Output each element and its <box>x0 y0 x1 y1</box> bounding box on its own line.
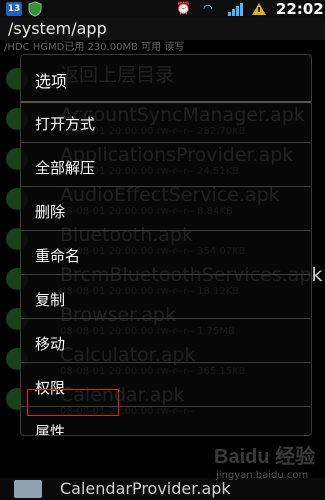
watermark-logo: Baidu 经验 <box>214 446 316 468</box>
apk-file-icon <box>14 480 42 498</box>
menu-divider <box>21 142 311 143</box>
notification-badge: 13 <box>6 2 22 16</box>
menu-item-label: 属性 <box>35 423 66 436</box>
menu-divider <box>21 274 311 275</box>
menu-item-label: 打开方式 <box>35 115 96 133</box>
signal-icon <box>228 3 243 16</box>
highlight-box <box>27 389 119 416</box>
options-dialog: 选项 打开方式 全部解压 删除 重命名 复制 移动 权限 属性 <box>20 54 312 436</box>
menu-item-extract-all[interactable]: 全部解压 <box>21 147 311 187</box>
menu-divider <box>21 318 311 319</box>
menu-item-open-with[interactable]: 打开方式 <box>21 103 311 143</box>
menu-item-copy[interactable]: 复制 <box>21 279 311 319</box>
menu-divider <box>21 186 311 187</box>
menu-item-delete[interactable]: 删除 <box>21 191 311 231</box>
menu-item-label: 全部解压 <box>35 159 96 177</box>
clock: 22:02 <box>276 0 324 18</box>
watermark-url: jingyan.baidu.com <box>216 470 309 481</box>
menu-item-label: 重命名 <box>35 247 81 265</box>
watermark: Baidu 经验 jingyan.baidu.com <box>206 438 324 488</box>
wifi-icon: ◠ <box>203 2 213 15</box>
current-path: /system/app <box>8 19 107 38</box>
battery-icon <box>252 3 266 15</box>
dialog-title: 选项 <box>35 72 68 91</box>
menu-divider <box>21 230 311 231</box>
menu-divider <box>21 362 311 363</box>
menu-item-move[interactable]: 移动 <box>21 323 311 363</box>
menu-item-label: 删除 <box>35 203 66 221</box>
menu-item-rename[interactable]: 重命名 <box>21 235 311 275</box>
menu-item-label: 移动 <box>35 335 66 353</box>
alarm-icon: ⏰ <box>176 1 191 15</box>
shield-icon <box>28 1 42 17</box>
menu-item-label: 复制 <box>35 291 66 309</box>
